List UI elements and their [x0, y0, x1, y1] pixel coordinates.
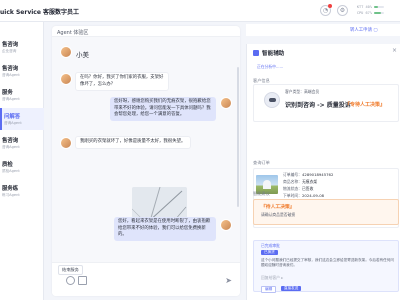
- agent-avatar: [220, 219, 232, 231]
- intent-tag: 『专待人工决策』: [345, 102, 386, 108]
- system-stats: KTT 40% CPU 67%: [357, 4, 384, 16]
- sidebar-item-service[interactable]: 服务 咨询Agent: [0, 84, 44, 106]
- order-key: 订单编号：: [283, 172, 302, 177]
- sidebar-item-title: 服务: [2, 90, 13, 96]
- approved-reply-text: 这个小问题我们已经提交了审核，我们这边会立即给您寄送新衣架。今后若有任何问题欢迎…: [261, 258, 394, 268]
- message-composer[interactable]: 结束服务 ➤: [52, 262, 240, 296]
- sidebar-item-title: 售咨询: [2, 42, 19, 48]
- order-value: 2024-09-08: [301, 193, 325, 198]
- top-bar: uick Service 客服数字员工 ◔ ⚙ KTT 40% CPU 67%: [0, 0, 400, 22]
- chat-message-customer: 我刚买的衣架就坏了，好像是质量不太好，我很失望。: [75, 136, 191, 149]
- chat-header: Agent 体验区: [52, 26, 240, 37]
- smart-assistant-panel: 智能辅助 × 正在分析中...... 客户信息 客户类型：高端会员 识别到咨询 …: [246, 44, 400, 300]
- sidebar-item-sub: 练习Agent: [2, 193, 20, 197]
- robot-avatar: [264, 92, 280, 108]
- send-icon[interactable]: ➤: [225, 276, 232, 285]
- chat-body: 小美 在吗？你好，我买了你们家的衣服，支架好像坏了，怎么办？ 您好呀，感谢您购买…: [52, 37, 240, 262]
- sidebar: 售咨询 企业咨询 售咨询 咨询Agent 服务 咨询Agent 问解答 咨询Ag…: [0, 22, 44, 300]
- emoji-icon[interactable]: [66, 276, 75, 285]
- stat-ktt-text: KTT 40%: [356, 5, 372, 9]
- sidebar-item-title: 问解答: [4, 114, 21, 120]
- customer-avatar: [60, 73, 72, 85]
- order-value: 无痕衣架: [301, 179, 318, 184]
- order-value: 4289018945762: [301, 172, 334, 177]
- sidebar-item-title: 售咨询: [2, 138, 19, 144]
- exchange-tag: 已换货: [261, 250, 278, 255]
- chat-message-customer: 在吗？你好，我买了你们家的衣服，支架好像坏了，怎么办？: [75, 72, 169, 92]
- assistant-header: 智能辅助: [253, 49, 284, 57]
- stat-cpu-text: CPU 67%: [356, 11, 372, 15]
- order-key: 下单时间：: [283, 193, 302, 198]
- thinking-row: 正在分析中......: [253, 64, 399, 72]
- settings-icon[interactable]: ⚙: [337, 5, 348, 16]
- sidebar-item-sub: 咨询Agent: [2, 73, 20, 77]
- transfer-to-human-link[interactable]: 转人工申请 ▢: [350, 27, 378, 33]
- order-field: 物流状态：已签收: [283, 186, 313, 192]
- send-directly-button[interactable]: 直接发送: [281, 286, 302, 291]
- chat-panel: Agent 体验区 小美 在吗？你好，我买了你们家的衣服，支架好像坏了，怎么办？…: [52, 26, 240, 296]
- order-field: 商品名称：无痕衣架: [283, 179, 317, 185]
- stat-cpu-bar: [374, 12, 384, 14]
- top-icons: ◔ ⚙: [320, 4, 348, 16]
- sidebar-item-title: 售咨询: [2, 66, 19, 72]
- end-service-button[interactable]: 结束服务: [58, 265, 83, 275]
- stat-cpu: CPU 67%: [357, 10, 384, 16]
- chat-message-agent: 您好呀，感谢您购买我们的无痕衣架，很抱歉给您带来不好的体验。请问您能发一下具体问…: [110, 97, 216, 121]
- sidebar-item-title: 质检: [2, 162, 13, 168]
- order-field: 订单编号：4289018945762: [283, 172, 333, 178]
- pending-title: 『待人工决策』: [261, 205, 295, 210]
- image-upload-icon[interactable]: [78, 276, 87, 285]
- bell-icon[interactable]: ◔: [320, 4, 332, 16]
- customer-type: 客户类型：高端会员: [285, 89, 320, 94]
- thinking-text: 正在分析中......: [257, 64, 284, 69]
- assistant-title: 智能辅助: [262, 51, 285, 57]
- sidebar-item-sub: 咨询Agent: [4, 121, 22, 125]
- app-title: uick Service 客服数字员工: [0, 9, 79, 16]
- sidebar-item-aftersales[interactable]: 售咨询 咨询Agent: [0, 132, 44, 154]
- sidebar-item-presales[interactable]: 售咨询 企业咨询: [0, 36, 44, 58]
- sidebar-item-sub: 咨询Agent: [2, 145, 20, 149]
- customer-avatar: [60, 137, 72, 149]
- approved-title: 已完成审批: [261, 243, 280, 248]
- suggestion-section-title: 智能建议: [253, 191, 270, 196]
- chat-message-agent: 您好，看起来衣架是在使用时断裂了，由衷抱歉给您带来不好的体验，我们可以给您免费换…: [114, 217, 216, 241]
- sidebar-item-qa[interactable]: 问解答 咨询Agent: [0, 108, 44, 130]
- sidebar-item-title: 服务练: [2, 186, 19, 192]
- agent-avatar: [220, 97, 232, 109]
- sidebar-item-sales[interactable]: 售咨询 咨询Agent: [0, 60, 44, 82]
- order-key: 物流状态：: [283, 186, 302, 191]
- order-section-title: 查询订单: [253, 160, 270, 165]
- customer-name: 小美: [76, 51, 89, 59]
- sidebar-item-sub: 质检Agent: [2, 169, 20, 173]
- order-value: 已签收: [301, 186, 314, 191]
- order-key: 商品名称：: [283, 179, 302, 184]
- stat-ktt-bar: [374, 6, 384, 8]
- sidebar-item-sub: 咨询Agent: [2, 97, 20, 101]
- reply-to-customer-link[interactable]: 回复给客户 ▸: [261, 275, 283, 281]
- pending-text: 请确认商品是否破损: [261, 212, 296, 217]
- chat-scrollbar[interactable]: [237, 67, 239, 207]
- sidebar-item-quality[interactable]: 质检 质检Agent: [0, 156, 44, 178]
- close-icon[interactable]: ×: [392, 47, 397, 54]
- assistant-logo-icon: [253, 50, 259, 56]
- customer-avatar: [60, 46, 72, 58]
- notification-dot: [328, 4, 332, 8]
- edit-button[interactable]: 编辑: [261, 286, 277, 293]
- sidebar-item-training[interactable]: 服务练 练习Agent: [0, 180, 44, 202]
- sidebar-item-sub: 企业咨询: [2, 49, 17, 53]
- intent-result: 识别到咨询 -> 质量投诉: [285, 102, 351, 109]
